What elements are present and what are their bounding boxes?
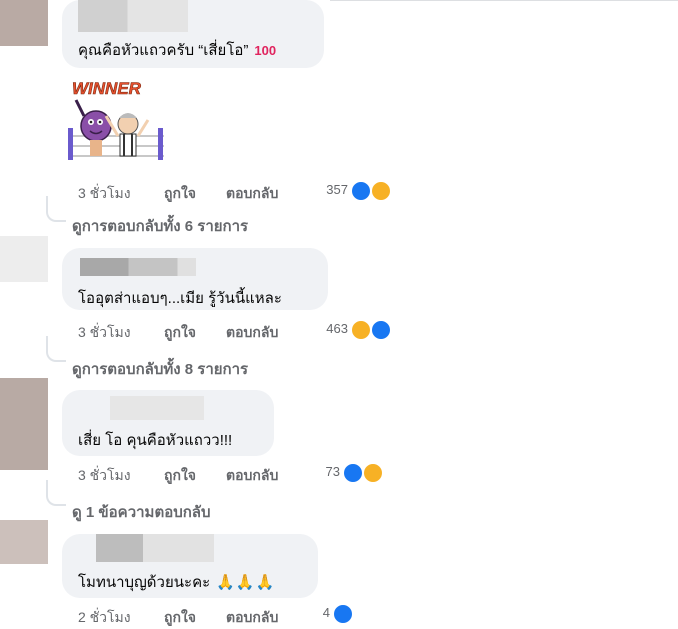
comment-bubble: โมทนาบุญด้วยนะคะ 🙏🙏🙏	[62, 534, 318, 598]
reply-button[interactable]: ตอบกลับ	[226, 607, 278, 629]
reaction-count: 463	[326, 321, 348, 336]
like-button[interactable]: ถูกใจ	[164, 183, 196, 205]
avatar[interactable]	[0, 0, 48, 46]
reaction-summary[interactable]: 357	[318, 180, 394, 202]
commenter-name-redacted[interactable]	[80, 258, 196, 276]
comment-text: โมทนาบุญด้วยนะคะ 🙏🙏🙏	[78, 570, 275, 594]
reply-thread-line	[46, 480, 66, 506]
reply-thread-line	[46, 336, 66, 362]
timestamp[interactable]: 3 ชั่วโมง	[78, 465, 131, 487]
hundred-points-icon: 100	[254, 43, 277, 58]
reply-button[interactable]: ตอบกลับ	[226, 322, 278, 344]
reaction-count: 73	[325, 464, 340, 479]
like-icon	[342, 462, 364, 484]
haha-icon	[362, 462, 384, 484]
timestamp[interactable]: 3 ชั่วโมง	[78, 322, 131, 344]
commenter-name-redacted[interactable]	[78, 0, 188, 32]
winner-sticker[interactable]: WINNER	[66, 76, 166, 166]
like-button[interactable]: ถูกใจ	[164, 465, 196, 487]
comment-text-body: โมทนาบุญด้วยนะคะ	[78, 574, 211, 591]
comment-text-body: คุณคือหัวแถวครับ “เสี่ยโอ”	[78, 42, 249, 59]
sticker-title: WINNER	[72, 79, 142, 98]
reply-button[interactable]: ตอบกลับ	[226, 465, 278, 487]
avatar[interactable]	[0, 236, 48, 282]
view-replies-link[interactable]: ดูการตอบกลับทั้ง 6 รายการ	[72, 214, 248, 238]
top-divider	[330, 0, 678, 1]
reply-thread-line	[46, 196, 66, 222]
like-icon	[350, 180, 372, 202]
reaction-summary[interactable]: 4	[320, 603, 356, 625]
reply-button[interactable]: ตอบกลับ	[226, 183, 278, 205]
avatar[interactable]	[0, 378, 48, 470]
timestamp[interactable]: 2 ชั่วโมง	[78, 607, 131, 629]
folded-hands-icon: 🙏🙏🙏	[216, 574, 276, 591]
haha-icon	[370, 180, 392, 202]
comment-text: โออุตส่าแอบๆ...เมีย รู้วันนี้แหละ	[78, 290, 282, 307]
comment-bubble: โออุตส่าแอบๆ...เมีย รู้วันนี้แหละ	[62, 248, 328, 310]
comment-text: คุณคือหัวแถวครับ “เสี่ยโอ” 100	[78, 38, 276, 62]
like-button[interactable]: ถูกใจ	[164, 607, 196, 629]
winner-sticker-image: WINNER	[68, 79, 164, 160]
haha-icon	[350, 319, 372, 341]
like-button[interactable]: ถูกใจ	[164, 322, 196, 344]
reaction-summary[interactable]: 463	[320, 319, 394, 341]
reaction-count: 4	[322, 605, 330, 620]
like-icon	[332, 603, 354, 625]
commenter-name-redacted[interactable]	[96, 534, 214, 562]
reaction-count: 357	[326, 182, 348, 197]
view-replies-link[interactable]: ดู 1 ข้อความตอบกลับ	[72, 500, 211, 524]
commenter-name-redacted[interactable]	[110, 396, 204, 420]
comment-text: เสี่ย โอ คุนคือหัวแถวว!!!	[78, 432, 233, 449]
comment-bubble: เสี่ย โอ คุนคือหัวแถวว!!!	[62, 390, 274, 456]
avatar[interactable]	[0, 520, 48, 564]
view-replies-link[interactable]: ดูการตอบกลับทั้ง 8 รายการ	[72, 357, 248, 381]
reaction-summary[interactable]: 73	[318, 462, 386, 484]
timestamp[interactable]: 3 ชั่วโมง	[78, 183, 131, 205]
like-icon	[370, 319, 392, 341]
comment-bubble: คุณคือหัวแถวครับ “เสี่ยโอ” 100	[62, 0, 324, 68]
